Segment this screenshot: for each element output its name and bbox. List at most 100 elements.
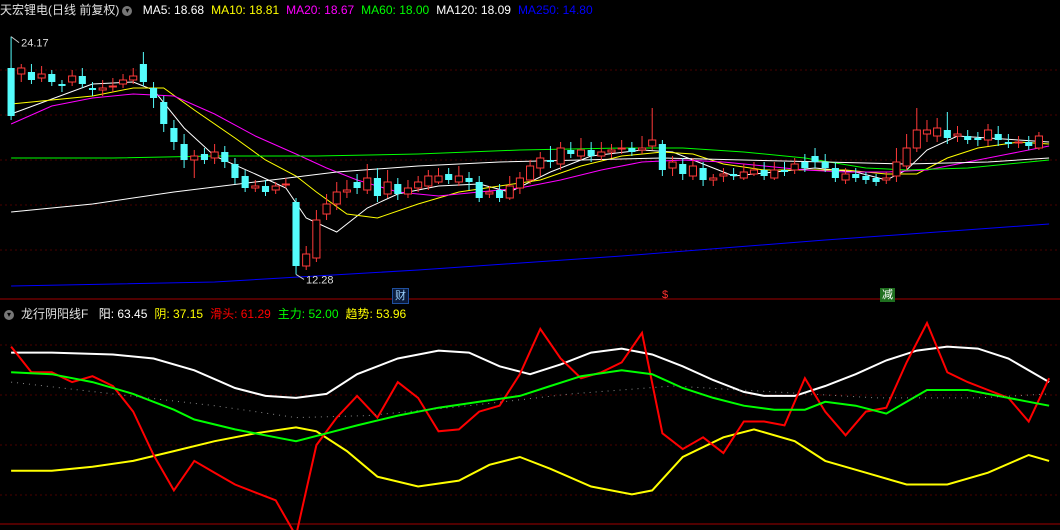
candle-body (637, 147, 647, 151)
candle (180, 134, 188, 168)
candle (1034, 132, 1043, 150)
legend-item-MA60: MA60: 18.00 (361, 3, 430, 17)
candle (475, 176, 483, 202)
candle (648, 108, 657, 150)
candle-body (882, 177, 891, 181)
candle-body (302, 253, 311, 267)
candle (231, 158, 239, 184)
candle-body (912, 129, 921, 149)
stock-name[interactable]: 天宏锂电(日线 前复权) (0, 3, 119, 17)
event-marker-dollar[interactable]: $ (660, 288, 670, 302)
candle-body (922, 129, 932, 135)
candle-body (515, 177, 524, 189)
candle (892, 148, 901, 182)
candle-body (587, 150, 595, 156)
candle-body (953, 133, 962, 137)
candle-body (17, 67, 26, 75)
candle-body (872, 178, 880, 182)
candle-body (841, 173, 850, 181)
legend-item-MA120: MA120: 18.09 (436, 3, 511, 17)
candle (261, 180, 270, 196)
candle-body (261, 186, 270, 192)
candle (974, 132, 982, 146)
collapse-icon[interactable]: ▾ (122, 5, 133, 16)
candle-body (58, 84, 66, 86)
candle (190, 150, 199, 178)
candle (709, 174, 718, 186)
candle (536, 152, 545, 176)
candle-body (526, 165, 535, 181)
event-marker-cai[interactable]: 财 (392, 288, 409, 304)
candle (679, 158, 687, 180)
candle (505, 176, 514, 200)
legend-item-MA20: MA20: 18.67 (286, 3, 355, 17)
candle (394, 178, 402, 200)
candle-body (821, 162, 829, 168)
price-chart[interactable]: 24.17 12.28 (0, 0, 1060, 300)
candle-body (902, 147, 911, 167)
candle (556, 142, 565, 170)
candle (373, 168, 382, 202)
candle-body (98, 87, 107, 91)
candle-body (658, 144, 666, 170)
candle (312, 210, 321, 262)
candle-body (434, 175, 443, 183)
candle (730, 168, 738, 180)
candle (160, 96, 168, 132)
candle (760, 162, 768, 180)
candle-body (445, 174, 453, 180)
candle-body (108, 85, 117, 88)
candle-body (964, 136, 972, 140)
candle-body (37, 73, 46, 79)
candle (628, 142, 636, 156)
candle (200, 148, 209, 164)
candle-body (648, 139, 657, 147)
candle (17, 64, 26, 82)
candle-body (546, 160, 555, 162)
legend-item-MA10: MA10: 18.81 (211, 3, 280, 17)
candle-body (749, 169, 759, 175)
candle (353, 174, 361, 194)
indicator-line-阴 (11, 426, 1050, 496)
candle-body (78, 76, 86, 84)
indicator-legend-items: 阳: 63.45 阴: 37.15 滑头: 61.29 主力: 52.00 趋势: 53… (99, 307, 414, 321)
legend-item-阴: 阴: 37.15 (154, 307, 204, 321)
candle (983, 124, 993, 146)
candle (658, 140, 666, 176)
candle (994, 126, 1002, 146)
candle (719, 168, 728, 182)
candle (953, 126, 962, 142)
candle-body (160, 102, 168, 124)
candle-body (760, 170, 768, 176)
candle-body (424, 175, 433, 187)
candle (587, 142, 595, 162)
candle-body (628, 148, 636, 152)
candle-body (485, 191, 494, 195)
indicator-name[interactable]: 龙行阴阳线F (21, 307, 88, 321)
candle-body (495, 190, 504, 198)
candle-body (271, 185, 280, 191)
candle-body (373, 178, 382, 196)
candle (68, 70, 77, 86)
indicator-chart[interactable] (0, 305, 1060, 530)
candle-body (699, 168, 707, 180)
candle-body (1034, 135, 1043, 149)
candle-body (465, 178, 473, 182)
legend-item-阳: 阳: 63.45 (98, 307, 148, 321)
candle (1014, 136, 1023, 148)
candle (302, 246, 311, 270)
candle-body (831, 168, 839, 178)
candle-body (1014, 141, 1023, 144)
price-legend: 天宏锂电(日线 前复权) ▾ MA5: 18.68 MA10: 18.81 MA20:… (0, 0, 600, 20)
candle (872, 174, 880, 186)
candle (7, 36, 15, 120)
candle-body (475, 182, 483, 198)
candle (37, 66, 46, 82)
candle-body (48, 74, 56, 82)
candle (607, 144, 616, 158)
candle-body (505, 185, 514, 199)
collapse-icon[interactable]: ▾ (4, 309, 14, 320)
candle (637, 136, 647, 154)
event-marker-jian[interactable]: 减 (880, 288, 895, 302)
candle-body (394, 184, 402, 194)
